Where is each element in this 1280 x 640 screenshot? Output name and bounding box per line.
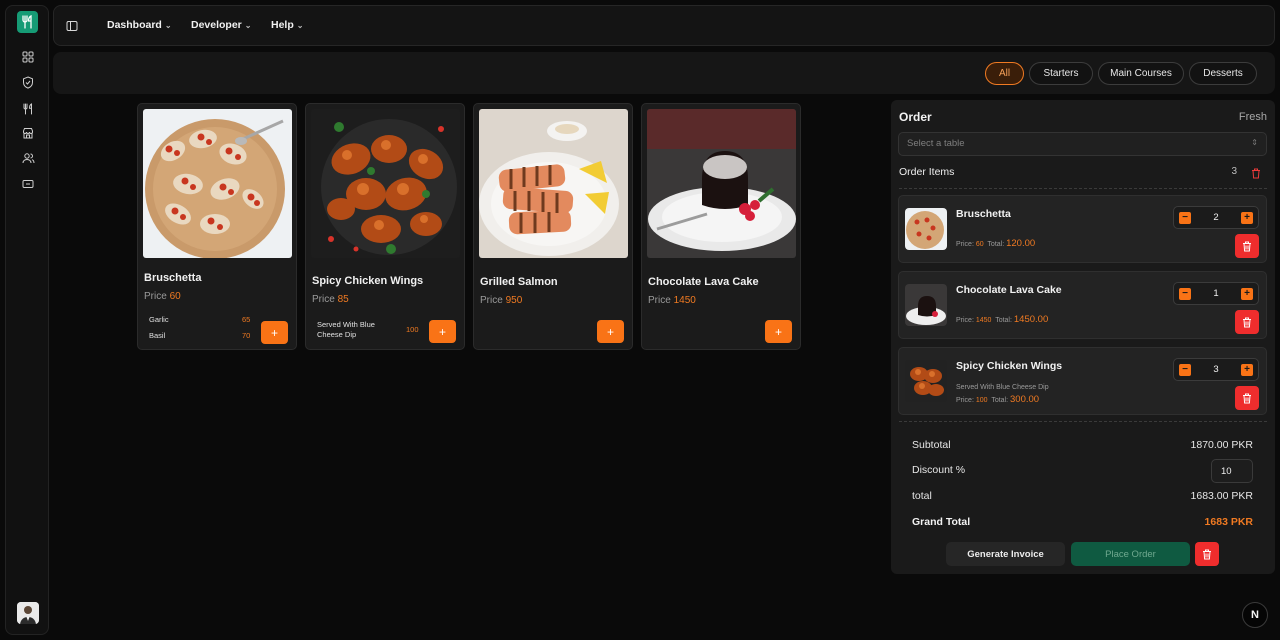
subtotal-value: 1870.00 PKR (1190, 439, 1253, 451)
product-name: Bruschetta (144, 272, 202, 284)
chicken-wings-image (311, 109, 460, 258)
product-price: Price 60 (144, 291, 181, 302)
bruschetta-image (143, 109, 292, 258)
order-item-chocolate-lava-cake: Chocolate Lava Cake Price: 1450 Total: 1… (898, 271, 1267, 339)
item-price-total: Price: 60 Total: 120.00 (956, 238, 1036, 249)
product-name: Chocolate Lava Cake (648, 276, 759, 288)
chocolate-lava-cake-image (647, 109, 796, 258)
addon-price: 70 (242, 331, 251, 340)
category-chip-all[interactable]: All (985, 62, 1024, 85)
order-item-spicy-chicken-wings: Spicy Chicken Wings Served With Blue Che… (898, 347, 1267, 415)
grilled-salmon-image (479, 109, 628, 258)
order-item-bruschetta: Bruschetta Price: 60 Total: 120.00 − 2 + (898, 195, 1267, 263)
add-to-order-button[interactable]: + (765, 320, 792, 343)
chevron-down-icon: ⌄ (244, 21, 252, 30)
clear-items-trash-icon[interactable] (1251, 166, 1261, 184)
product-price: Price 950 (480, 295, 523, 306)
order-status: Fresh (1238, 111, 1267, 123)
quantity-stepper[interactable]: − 1 + (1173, 282, 1259, 305)
order-panel: Order Fresh Select a table ⇕ Order Items… (891, 100, 1275, 574)
remove-item-button[interactable] (1235, 386, 1259, 410)
category-chip-main-courses[interactable]: Main Courses (1098, 62, 1184, 85)
item-thumbnail (905, 208, 947, 250)
chevron-down-icon: ⌄ (296, 21, 304, 30)
item-price-total: Price: 100 Total: 300.00 (956, 394, 1040, 405)
divider (899, 421, 1267, 422)
item-thumbnail (905, 284, 947, 326)
framework-badge[interactable]: N (1242, 602, 1268, 628)
grid-icon[interactable] (21, 50, 35, 64)
chevron-down-icon: ⌄ (164, 21, 172, 30)
chevron-up-down-icon: ⇕ (1251, 138, 1258, 147)
product-card-grilled-salmon: Grilled Salmon Price 950 + (473, 103, 633, 350)
menu-dashboard[interactable]: Dashboard ⌄ (107, 19, 172, 31)
users-icon[interactable] (21, 151, 35, 165)
increase-quantity-button[interactable]: + (1241, 288, 1253, 300)
order-items-count: 3 (1231, 166, 1237, 177)
total-value: 1683.00 PKR (1190, 490, 1253, 502)
product-name: Spicy Chicken Wings (312, 275, 424, 287)
place-order-button[interactable]: Place Order (1071, 542, 1190, 566)
increase-quantity-button[interactable]: + (1241, 364, 1253, 376)
product-price: Price 85 (312, 294, 349, 305)
grand-total-value: 1683 PKR (1204, 516, 1253, 528)
category-chip-desserts[interactable]: Desserts (1189, 62, 1257, 85)
product-card-spicy-chicken-wings: Spicy Chicken Wings Price 85 Served With… (305, 103, 465, 350)
user-avatar[interactable] (17, 602, 39, 624)
category-filter-bar: All Starters Main Courses Desserts (53, 52, 1275, 94)
addon-price: 100 (406, 325, 419, 334)
addon-price: 65 (242, 315, 251, 324)
table-select-placeholder: Select a table (907, 138, 965, 149)
addon-name: Served With Blue Cheese Dip (317, 320, 375, 339)
product-price: Price 1450 (648, 295, 696, 306)
divider (899, 188, 1267, 189)
discount-label: Discount % (912, 464, 966, 476)
product-card-bruschetta: Bruschetta Price 60 Garlic 65 Basil 70 + (137, 103, 297, 350)
add-to-order-button[interactable]: + (261, 321, 288, 344)
clear-order-button[interactable] (1195, 542, 1219, 566)
utensils-icon[interactable] (21, 102, 35, 116)
sidebar-rail (5, 5, 49, 635)
increase-quantity-button[interactable]: + (1241, 212, 1253, 224)
order-items-label: Order Items (899, 166, 955, 178)
item-price-total: Price: 1450 Total: 1450.00 (956, 314, 1049, 325)
item-thumbnail (905, 360, 947, 402)
shield-icon[interactable] (21, 75, 35, 89)
table-select[interactable]: Select a table ⇕ (898, 132, 1267, 156)
grand-total-label: Grand Total (912, 516, 971, 528)
category-chip-starters[interactable]: Starters (1029, 62, 1093, 85)
product-card-chocolate-lava-cake: Chocolate Lava Cake Price 1450 + (641, 103, 801, 350)
remove-item-button[interactable] (1235, 310, 1259, 334)
add-to-order-button[interactable]: + (429, 320, 456, 343)
discount-input[interactable]: 10 (1211, 459, 1253, 483)
addon-name: Basil (149, 331, 166, 340)
addon-name: Garlic (149, 315, 169, 324)
menu-developer[interactable]: Developer ⌄ (191, 19, 251, 31)
item-note: Served With Blue Cheese Dip (956, 384, 1049, 391)
quantity-stepper[interactable]: − 2 + (1173, 206, 1259, 229)
subtotal-label: Subtotal (912, 439, 951, 451)
ticket-icon[interactable] (21, 177, 35, 191)
sidebar-toggle-icon[interactable] (66, 19, 80, 33)
item-name: Bruschetta (956, 208, 1011, 220)
item-name: Spicy Chicken Wings (956, 360, 1063, 372)
restaurant-logo-icon[interactable] (17, 11, 38, 33)
add-to-order-button[interactable]: + (597, 320, 624, 343)
remove-item-button[interactable] (1235, 234, 1259, 258)
top-navigation-bar: Dashboard ⌄ Developer ⌄ Help ⌄ (53, 5, 1275, 46)
store-icon[interactable] (21, 126, 35, 140)
total-label: total (912, 490, 932, 502)
order-title: Order (899, 110, 932, 124)
product-name: Grilled Salmon (480, 276, 558, 288)
item-name: Chocolate Lava Cake (956, 284, 1062, 296)
quantity-stepper[interactable]: − 3 + (1173, 358, 1259, 381)
generate-invoice-button[interactable]: Generate Invoice (946, 542, 1065, 566)
menu-help[interactable]: Help ⌄ (271, 19, 303, 31)
